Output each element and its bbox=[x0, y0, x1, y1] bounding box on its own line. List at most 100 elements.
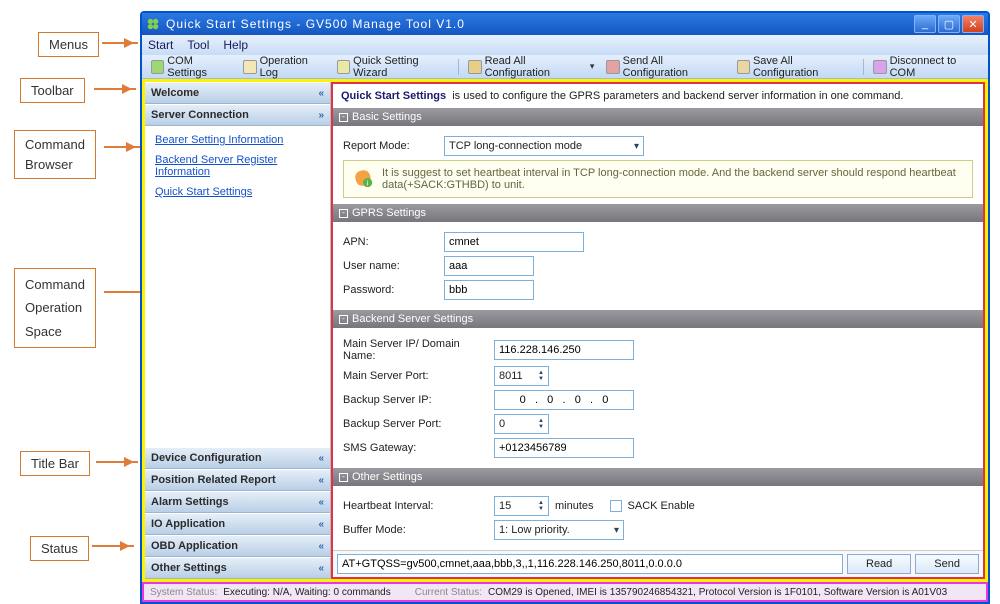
save-icon bbox=[737, 60, 750, 74]
com-settings-button[interactable]: COM Settings bbox=[146, 53, 236, 81]
sack-enable-label: SACK Enable bbox=[628, 500, 695, 512]
link-quick-start-settings[interactable]: Quick Start Settings bbox=[145, 182, 330, 202]
sidebar-obd-application[interactable]: OBD Application« bbox=[145, 535, 330, 557]
chevron-down-icon[interactable]: ▾ bbox=[590, 61, 595, 72]
read-icon bbox=[468, 60, 481, 74]
command-browser: Welcome« Server Connection» Bearer Setti… bbox=[145, 82, 331, 579]
spin-down-icon[interactable]: ▼ bbox=[538, 424, 544, 430]
report-mode-select[interactable]: TCP long-connection mode▾ bbox=[444, 136, 644, 156]
menu-help[interactable]: Help bbox=[223, 38, 248, 52]
apn-input[interactable] bbox=[444, 232, 584, 252]
save-all-config-button[interactable]: Save All Configuration bbox=[732, 53, 860, 81]
sidebar-alarm-settings[interactable]: Alarm Settings« bbox=[145, 491, 330, 513]
link-backend-server-register[interactable]: Backend Server Register Information bbox=[145, 150, 330, 182]
annotation-title-bar: Title Bar bbox=[20, 451, 90, 476]
sidebar-links: Bearer Setting Information Backend Serve… bbox=[145, 126, 330, 206]
annotation-menus: Menus bbox=[38, 32, 99, 57]
chevron-down-icon: « bbox=[318, 453, 324, 464]
disconnect-icon bbox=[873, 60, 886, 74]
sidebar-server-connection[interactable]: Server Connection» bbox=[145, 104, 330, 126]
arrow bbox=[92, 545, 134, 547]
main-server-ip-input[interactable] bbox=[494, 340, 634, 360]
current-status-label: Current Status: bbox=[415, 587, 482, 598]
info-icon: i bbox=[352, 167, 374, 189]
link-bearer-setting[interactable]: Bearer Setting Information bbox=[145, 130, 330, 150]
sms-gateway-input[interactable] bbox=[494, 438, 634, 458]
main-server-ip-label: Main Server IP/ Domain Name: bbox=[343, 338, 488, 362]
username-label: User name: bbox=[343, 260, 438, 272]
sidebar-position-report[interactable]: Position Related Report« bbox=[145, 469, 330, 491]
collapse-icon[interactable]: - bbox=[339, 209, 348, 218]
main-server-port-label: Main Server Port: bbox=[343, 370, 488, 382]
main-window: Quick Start Settings - GV500 Manage Tool… bbox=[140, 11, 990, 604]
description: Quick Start Settings is used to configur… bbox=[333, 84, 983, 108]
buffer-mode-select[interactable]: 1: Low priority.▾ bbox=[494, 520, 624, 540]
heartbeat-label: Heartbeat Interval: bbox=[343, 500, 488, 512]
sidebar-welcome[interactable]: Welcome« bbox=[145, 82, 330, 104]
main-server-port-spinner[interactable]: 8011▲▼ bbox=[494, 366, 549, 386]
chevron-down-icon: « bbox=[318, 541, 324, 552]
password-input[interactable] bbox=[444, 280, 534, 300]
arrow bbox=[104, 146, 140, 148]
sms-gateway-label: SMS Gateway: bbox=[343, 442, 488, 454]
menu-tool[interactable]: Tool bbox=[187, 38, 209, 52]
sack-enable-checkbox[interactable] bbox=[610, 500, 622, 512]
password-label: Password: bbox=[343, 284, 438, 296]
send-button[interactable]: Send bbox=[915, 554, 979, 574]
heartbeat-spinner[interactable]: 15▲▼ bbox=[494, 496, 549, 516]
backup-server-ip-input[interactable] bbox=[494, 390, 634, 410]
section-gprs-settings[interactable]: -GPRS Settings bbox=[333, 204, 983, 222]
maximize-button[interactable]: ▢ bbox=[938, 15, 960, 33]
send-icon bbox=[606, 60, 619, 74]
chevron-down-icon: « bbox=[318, 475, 324, 486]
chevron-down-icon: « bbox=[318, 519, 324, 530]
window-title: Quick Start Settings - GV500 Manage Tool… bbox=[166, 17, 912, 31]
menu-start[interactable]: Start bbox=[148, 38, 173, 52]
section-backend-server[interactable]: -Backend Server Settings bbox=[333, 310, 983, 328]
system-status-value: Executing: N/A, Waiting: 0 commands bbox=[223, 587, 390, 598]
arrow bbox=[102, 42, 138, 44]
apn-label: APN: bbox=[343, 236, 438, 248]
spin-down-icon[interactable]: ▼ bbox=[538, 506, 544, 512]
backup-server-ip-label: Backup Server IP: bbox=[343, 394, 488, 406]
command-input[interactable] bbox=[337, 554, 843, 574]
chevron-down-icon: « bbox=[318, 497, 324, 508]
command-bar: Read Send bbox=[333, 550, 983, 577]
gear-icon bbox=[151, 60, 164, 74]
backup-server-port-spinner[interactable]: 0▲▼ bbox=[494, 414, 549, 434]
arrow bbox=[96, 461, 138, 463]
command-operation-space: Quick Start Settings is used to configur… bbox=[331, 82, 985, 579]
spin-down-icon[interactable]: ▼ bbox=[538, 376, 544, 382]
log-icon bbox=[243, 60, 256, 74]
annotation-status: Status bbox=[30, 536, 89, 561]
report-mode-label: Report Mode: bbox=[343, 140, 438, 152]
buffer-mode-label: Buffer Mode: bbox=[343, 524, 488, 536]
system-status-label: System Status: bbox=[150, 587, 217, 598]
operation-log-button[interactable]: Operation Log bbox=[238, 53, 330, 81]
quick-setting-wizard-button[interactable]: Quick Setting Wizard bbox=[332, 53, 455, 81]
title-bar[interactable]: Quick Start Settings - GV500 Manage Tool… bbox=[142, 13, 988, 35]
section-basic-settings[interactable]: -Basic Settings bbox=[333, 108, 983, 126]
minimize-button[interactable]: _ bbox=[914, 15, 936, 33]
username-input[interactable] bbox=[444, 256, 534, 276]
read-all-config-button[interactable]: Read All Configuration▾ bbox=[463, 53, 599, 81]
annotation-command-browser: Command Browser bbox=[14, 130, 96, 179]
arrow bbox=[94, 88, 136, 90]
chevron-down-icon: ▾ bbox=[614, 525, 619, 536]
sidebar-io-application[interactable]: IO Application« bbox=[145, 513, 330, 535]
collapse-icon[interactable]: - bbox=[339, 473, 348, 482]
wizard-icon bbox=[337, 60, 350, 74]
send-all-config-button[interactable]: Send All Configuration bbox=[601, 53, 729, 81]
app-icon bbox=[146, 17, 160, 31]
annotation-toolbar: Toolbar bbox=[20, 78, 85, 103]
close-button[interactable]: ✕ bbox=[962, 15, 984, 33]
collapse-icon[interactable]: - bbox=[339, 113, 348, 122]
disconnect-com-button[interactable]: Disconnect to COM bbox=[868, 53, 984, 81]
chevron-up-icon: » bbox=[318, 110, 324, 121]
sidebar-device-configuration[interactable]: Device Configuration« bbox=[145, 447, 330, 469]
content-area: Welcome« Server Connection» Bearer Setti… bbox=[142, 79, 988, 582]
section-other-settings[interactable]: -Other Settings bbox=[333, 468, 983, 486]
collapse-icon[interactable]: - bbox=[339, 315, 348, 324]
sidebar-other-settings[interactable]: Other Settings« bbox=[145, 557, 330, 579]
read-button[interactable]: Read bbox=[847, 554, 911, 574]
